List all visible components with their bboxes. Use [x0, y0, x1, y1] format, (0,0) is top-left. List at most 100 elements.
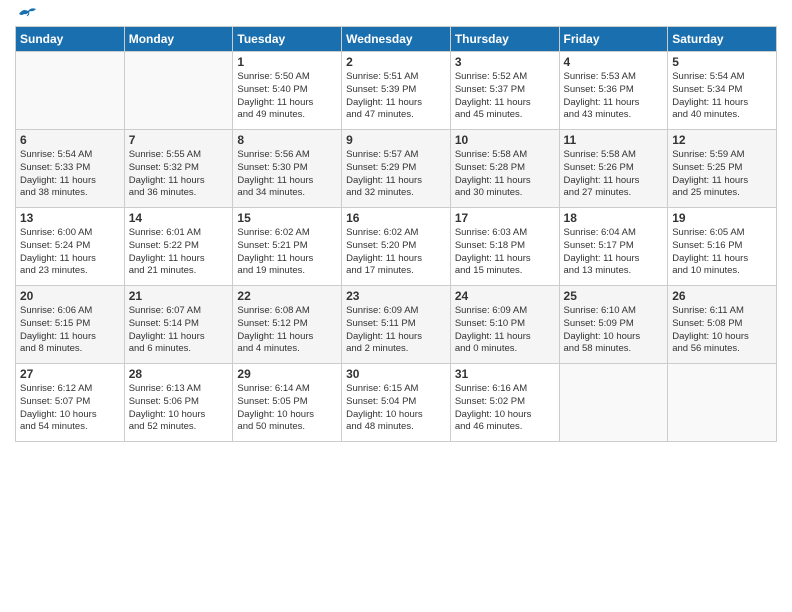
- cell-line: Sunset: 5:21 PM: [237, 240, 307, 251]
- cell-line: and 38 minutes.: [20, 187, 88, 198]
- cell-line: Daylight: 11 hours: [346, 331, 422, 342]
- cell-line: and 19 minutes.: [237, 265, 305, 276]
- calendar-cell: [124, 52, 233, 130]
- cell-line: Sunrise: 6:11 AM: [672, 305, 744, 316]
- day-number: 17: [455, 211, 555, 225]
- cell-content: Sunrise: 6:05 AMSunset: 5:16 PMDaylight:…: [672, 227, 772, 278]
- cell-line: Sunrise: 6:04 AM: [564, 227, 636, 238]
- cell-line: Sunset: 5:04 PM: [346, 396, 416, 407]
- cell-line: Sunrise: 6:01 AM: [129, 227, 201, 238]
- cell-line: Daylight: 11 hours: [129, 175, 205, 186]
- header: [15, 10, 777, 18]
- day-number: 26: [672, 289, 772, 303]
- cell-line: and 27 minutes.: [564, 187, 632, 198]
- cell-content: Sunrise: 6:14 AMSunset: 5:05 PMDaylight:…: [237, 383, 337, 434]
- day-number: 16: [346, 211, 446, 225]
- calendar-cell: 20Sunrise: 6:06 AMSunset: 5:15 PMDayligh…: [16, 286, 125, 364]
- cell-content: Sunrise: 6:10 AMSunset: 5:09 PMDaylight:…: [564, 305, 664, 356]
- cell-line: Sunrise: 5:54 AM: [672, 71, 744, 82]
- cell-line: Daylight: 11 hours: [564, 175, 640, 186]
- cell-line: and 43 minutes.: [564, 109, 632, 120]
- cell-line: Daylight: 10 hours: [20, 409, 97, 420]
- day-number: 23: [346, 289, 446, 303]
- cell-content: Sunrise: 6:02 AMSunset: 5:20 PMDaylight:…: [346, 227, 446, 278]
- cell-content: Sunrise: 5:58 AMSunset: 5:28 PMDaylight:…: [455, 149, 555, 200]
- cell-line: Sunrise: 5:50 AM: [237, 71, 309, 82]
- cell-line: Sunset: 5:29 PM: [346, 162, 416, 173]
- cell-content: Sunrise: 6:01 AMSunset: 5:22 PMDaylight:…: [129, 227, 229, 278]
- cell-line: Sunset: 5:07 PM: [20, 396, 90, 407]
- cell-line: Daylight: 11 hours: [455, 97, 531, 108]
- page-container: SundayMondayTuesdayWednesdayThursdayFrid…: [0, 0, 792, 452]
- day-number: 15: [237, 211, 337, 225]
- calendar-cell: 1Sunrise: 5:50 AMSunset: 5:40 PMDaylight…: [233, 52, 342, 130]
- weekday-header-saturday: Saturday: [668, 27, 777, 52]
- cell-content: Sunrise: 6:11 AMSunset: 5:08 PMDaylight:…: [672, 305, 772, 356]
- cell-line: Sunrise: 5:52 AM: [455, 71, 527, 82]
- day-number: 10: [455, 133, 555, 147]
- weekday-header-monday: Monday: [124, 27, 233, 52]
- calendar-week-1: 1Sunrise: 5:50 AMSunset: 5:40 PMDaylight…: [16, 52, 777, 130]
- calendar-cell: 10 Sunrise: 5:58 AMSunset: 5:28 PMDayligh…: [450, 130, 559, 208]
- cell-content: Sunrise: 5:51 AMSunset: 5:39 PMDaylight:…: [346, 71, 446, 122]
- cell-line: Sunrise: 6:06 AM: [20, 305, 92, 316]
- calendar-week-3: 13Sunrise: 6:00 AMSunset: 5:24 PMDayligh…: [16, 208, 777, 286]
- cell-line: Sunrise: 5:56 AM: [237, 149, 309, 160]
- weekday-header-wednesday: Wednesday: [342, 27, 451, 52]
- calendar-cell: 6Sunrise: 5:54 AMSunset: 5:33 PMDaylight…: [16, 130, 125, 208]
- cell-content: Sunrise: 6:07 AMSunset: 5:14 PMDaylight:…: [129, 305, 229, 356]
- cell-line: Daylight: 11 hours: [346, 175, 422, 186]
- day-number: 19: [672, 211, 772, 225]
- calendar-cell: 22Sunrise: 6:08 AMSunset: 5:12 PMDayligh…: [233, 286, 342, 364]
- cell-line: Daylight: 11 hours: [346, 253, 422, 264]
- calendar-cell: [559, 364, 668, 442]
- cell-line: and 56 minutes.: [672, 343, 740, 354]
- cell-line: and 58 minutes.: [564, 343, 632, 354]
- cell-line: Daylight: 11 hours: [237, 97, 313, 108]
- cell-line: Daylight: 11 hours: [455, 253, 531, 264]
- cell-line: Sunset: 5:26 PM: [564, 162, 634, 173]
- cell-line: Sunrise: 6:12 AM: [20, 383, 92, 394]
- cell-line: Daylight: 11 hours: [564, 253, 640, 264]
- cell-line: and 36 minutes.: [129, 187, 197, 198]
- weekday-header-friday: Friday: [559, 27, 668, 52]
- cell-line: and 46 minutes.: [455, 421, 523, 432]
- cell-content: Sunrise: 5:54 AMSunset: 5:33 PMDaylight:…: [20, 149, 120, 200]
- cell-line: and 8 minutes.: [20, 343, 82, 354]
- day-number: 22: [237, 289, 337, 303]
- calendar-cell: 29Sunrise: 6:14 AMSunset: 5:05 PMDayligh…: [233, 364, 342, 442]
- calendar-cell: 2Sunrise: 5:51 AMSunset: 5:39 PMDaylight…: [342, 52, 451, 130]
- day-number: 21: [129, 289, 229, 303]
- cell-line: Sunrise: 6:08 AM: [237, 305, 309, 316]
- cell-line: Sunrise: 5:57 AM: [346, 149, 418, 160]
- cell-line: Sunset: 5:20 PM: [346, 240, 416, 251]
- cell-line: and 21 minutes.: [129, 265, 197, 276]
- cell-line: Sunset: 5:02 PM: [455, 396, 525, 407]
- cell-line: Sunset: 5:12 PM: [237, 318, 307, 329]
- cell-line: Sunset: 5:14 PM: [129, 318, 199, 329]
- calendar-cell: 24Sunrise: 6:09 AMSunset: 5:10 PMDayligh…: [450, 286, 559, 364]
- cell-line: Sunrise: 6:15 AM: [346, 383, 418, 394]
- cell-line: Sunset: 5:09 PM: [564, 318, 634, 329]
- calendar-cell: 23Sunrise: 6:09 AMSunset: 5:11 PMDayligh…: [342, 286, 451, 364]
- cell-line: Sunset: 5:36 PM: [564, 84, 634, 95]
- cell-line: Daylight: 11 hours: [564, 97, 640, 108]
- calendar-week-5: 27Sunrise: 6:12 AMSunset: 5:07 PMDayligh…: [16, 364, 777, 442]
- cell-line: Sunset: 5:30 PM: [237, 162, 307, 173]
- cell-line: Sunrise: 5:59 AM: [672, 149, 744, 160]
- cell-content: Sunrise: 6:16 AMSunset: 5:02 PMDaylight:…: [455, 383, 555, 434]
- weekday-header-row: SundayMondayTuesdayWednesdayThursdayFrid…: [16, 27, 777, 52]
- cell-content: Sunrise: 5:57 AM Sunset: 5:29 PM Daylight:…: [346, 149, 446, 200]
- calendar-cell: 31Sunrise: 6:16 AMSunset: 5:02 PMDayligh…: [450, 364, 559, 442]
- cell-line: Daylight: 10 hours: [564, 331, 641, 342]
- cell-content: Sunrise: 6:12 AM Sunset: 5:07 PM Daylight:…: [20, 383, 120, 434]
- cell-line: Sunset: 5:40 PM: [237, 84, 307, 95]
- cell-line: Daylight: 10 hours: [455, 409, 532, 420]
- day-number: 9: [346, 133, 446, 147]
- cell-line: Sunset: 5:08 PM: [672, 318, 742, 329]
- weekday-header-thursday: Thursday: [450, 27, 559, 52]
- calendar-week-4: 20Sunrise: 6:06 AMSunset: 5:15 PMDayligh…: [16, 286, 777, 364]
- calendar-cell: 18Sunrise: 6:04 AMSunset: 5:17 PMDayligh…: [559, 208, 668, 286]
- cell-content: Sunrise: 5:55 AMSunset: 5:32 PMDaylight:…: [129, 149, 229, 200]
- cell-line: and 47 minutes.: [346, 109, 414, 120]
